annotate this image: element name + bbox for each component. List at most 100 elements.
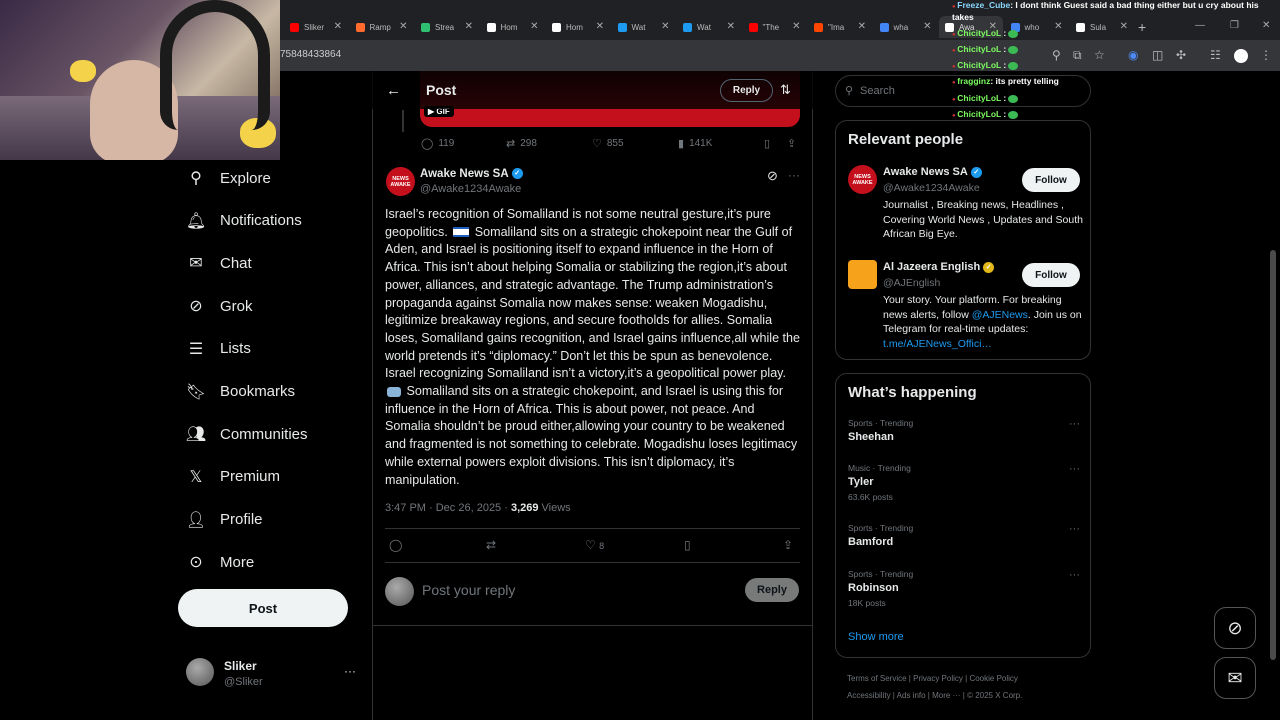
bio-url-link[interactable]: t.me/AJENews_Offici…	[883, 338, 992, 350]
tab-close-icon[interactable]: ✕	[661, 21, 669, 32]
filter-icon[interactable]: ⇅	[780, 82, 791, 98]
more-dots-icon[interactable]: ···	[1069, 523, 1080, 535]
prev-reply-stat[interactable]: ◯ 119	[421, 137, 454, 150]
prev-repost-stat[interactable]: ⇄ 298	[506, 137, 537, 150]
prev-reply-count: 119	[438, 138, 455, 149]
trend-item[interactable]: Sports · Trending Bamford ···	[848, 523, 1080, 548]
browser-tab[interactable]: Strea ✕	[415, 16, 479, 38]
sidebar-item-chat[interactable]: ✉ Chat	[178, 246, 378, 280]
browser-tab[interactable]: Wat ✕	[612, 16, 676, 38]
browser-tab[interactable]: Wat ✕	[677, 16, 741, 38]
trend-item[interactable]: Sports · Trending Sheehan ···	[848, 418, 1080, 443]
trend-name: Robinson	[848, 582, 899, 594]
post-button[interactable]: Post	[178, 589, 348, 627]
more-dots-icon[interactable]: ···	[788, 168, 800, 182]
person-name[interactable]: Al Jazeera English ✓	[883, 261, 995, 273]
tweet-timestamp[interactable]: 3:47 PM · Dec 26, 2025 · 3,269 Views	[385, 502, 571, 514]
sidebar-item-notifications[interactable]: 🔔︎ Notifications	[178, 204, 378, 238]
footer-link[interactable]: Ads info	[897, 691, 926, 700]
follow-button[interactable]: Follow	[1022, 263, 1080, 287]
account-switcher[interactable]: Sliker @Sliker ···	[186, 658, 366, 692]
like-count: 8	[599, 541, 605, 551]
browser-tab[interactable]: Sliker ✕	[284, 16, 348, 38]
share-icon[interactable]: ⇪	[783, 538, 793, 552]
trend-item[interactable]: Music · Trending Tyler 63.6K posts ···	[848, 463, 1080, 502]
chat-line: ● ChicityLoL :	[952, 109, 1019, 119]
footer-link[interactable]: Cookie Policy	[969, 674, 1017, 683]
reply-header-button[interactable]: Reply	[720, 79, 773, 102]
person-avatar[interactable]: NEWS AWAKE	[848, 165, 877, 194]
browser-tab[interactable]: "Ima ✕	[808, 16, 872, 38]
footer-link[interactable]: Accessibility	[847, 691, 891, 700]
footer-link[interactable]: Terms of Service	[847, 674, 907, 683]
browser-tab[interactable]: Hom ✕	[481, 16, 545, 38]
bio-mention-link[interactable]: @AJENews	[972, 309, 1028, 321]
footer-link[interactable]: More ···	[932, 691, 960, 700]
footer-link[interactable]: Privacy Policy	[913, 674, 963, 683]
bookmark-icon[interactable]: ▯	[764, 137, 775, 150]
reply-input[interactable]: Post your reply	[422, 582, 515, 598]
follow-button[interactable]: Follow	[1022, 168, 1080, 192]
messages-fab-icon[interactable]: ✉	[1214, 657, 1256, 699]
sidebar-item-profile[interactable]: 👤︎ Profile	[178, 503, 378, 537]
grok-fab-icon[interactable]: ⊘	[1214, 607, 1256, 649]
browser-tab[interactable]: "The ✕	[743, 16, 807, 38]
tab-close-icon[interactable]: ✕	[530, 21, 538, 32]
sidebar-item-more[interactable]: ⊙ More	[178, 545, 378, 579]
more-dots-icon[interactable]: ···	[1069, 463, 1080, 475]
reply-icon: ◯	[421, 138, 434, 150]
browser-tab[interactable]: Hom ✕	[546, 16, 610, 38]
reply-icon[interactable]: ◯	[389, 538, 402, 552]
tab-close-icon[interactable]: ✕	[334, 21, 342, 32]
back-arrow-icon[interactable]: ←	[386, 82, 401, 99]
sidebar-item-bookmarks[interactable]: 🔖︎ Bookmarks	[178, 375, 378, 409]
post-header: ← Post Reply ⇅	[372, 71, 813, 109]
sidebar-item-grok[interactable]: ⊘ Grok	[178, 289, 378, 323]
prev-views-stat[interactable]: ▮ 141K	[678, 137, 712, 150]
chat-message: :	[1001, 44, 1007, 54]
grok-icon[interactable]: ⊘	[767, 168, 778, 184]
person-icon: 👤︎	[185, 511, 207, 529]
tab-close-icon[interactable]: ✕	[923, 21, 931, 32]
tab-favicon-icon	[748, 22, 758, 32]
sidebar-item-premium[interactable]: 𝕏 Premium	[178, 460, 378, 494]
more-dots-icon[interactable]: ···	[1069, 418, 1080, 430]
trend-item[interactable]: Sports · Trending Robinson 18K posts ···	[848, 569, 1080, 608]
author-name[interactable]: Awake News SA ✓	[420, 168, 523, 180]
avatar	[385, 577, 414, 606]
footer-link[interactable]: © 2025 X Corp.	[967, 691, 1022, 700]
repost-icon[interactable]: ⇄	[486, 538, 496, 552]
sidebar-item-lists[interactable]: ☰ Lists	[178, 332, 378, 366]
more-dots-icon[interactable]: ···	[344, 664, 356, 678]
sidebar-item-communities[interactable]: 👥︎ Communities	[178, 417, 378, 451]
sidebar-item-explore[interactable]: ⚲ Explore	[178, 161, 378, 195]
person-name[interactable]: Awake News SA ✓	[883, 166, 982, 178]
author-avatar[interactable]: NEWS AWAKE	[386, 167, 415, 196]
tab-close-icon[interactable]: ✕	[858, 21, 866, 32]
headphones	[160, 0, 270, 130]
url-text[interactable]: 75848433864	[280, 49, 341, 60]
show-more-link[interactable]: Show more	[848, 631, 904, 643]
tab-close-icon[interactable]: ✕	[792, 21, 800, 32]
chat-message: : its pretty telling	[990, 76, 1059, 86]
tab-close-icon[interactable]: ✕	[596, 21, 604, 32]
reply-button[interactable]: Reply	[745, 578, 799, 602]
heart-icon: ♡	[592, 138, 602, 150]
browser-tab[interactable]: wha ✕	[874, 16, 938, 38]
browser-tab[interactable]: Ramp ✕	[350, 16, 414, 38]
tab-close-icon[interactable]: ✕	[727, 21, 735, 32]
tab-close-icon[interactable]: ✕	[399, 21, 407, 32]
sidebar-item-label: Communities	[220, 425, 308, 443]
trend-context: Sports · Trending	[848, 569, 914, 579]
bookmark-icon[interactable]: ▯	[684, 538, 691, 552]
search-icon: ⚲	[845, 85, 854, 97]
tab-label: Strea	[435, 22, 455, 32]
author-handle[interactable]: @Awake1234Awake	[420, 183, 521, 195]
more-dots-icon[interactable]: ···	[1069, 569, 1080, 581]
like-button[interactable]: ♡ 8	[585, 538, 604, 552]
prev-like-stat[interactable]: ♡ 855	[592, 137, 624, 150]
share-icon[interactable]: ⇪	[787, 137, 801, 150]
scrollbar[interactable]	[1270, 250, 1276, 660]
tab-close-icon[interactable]: ✕	[465, 21, 473, 32]
al-jazeera-logo-icon[interactable]	[848, 260, 877, 289]
